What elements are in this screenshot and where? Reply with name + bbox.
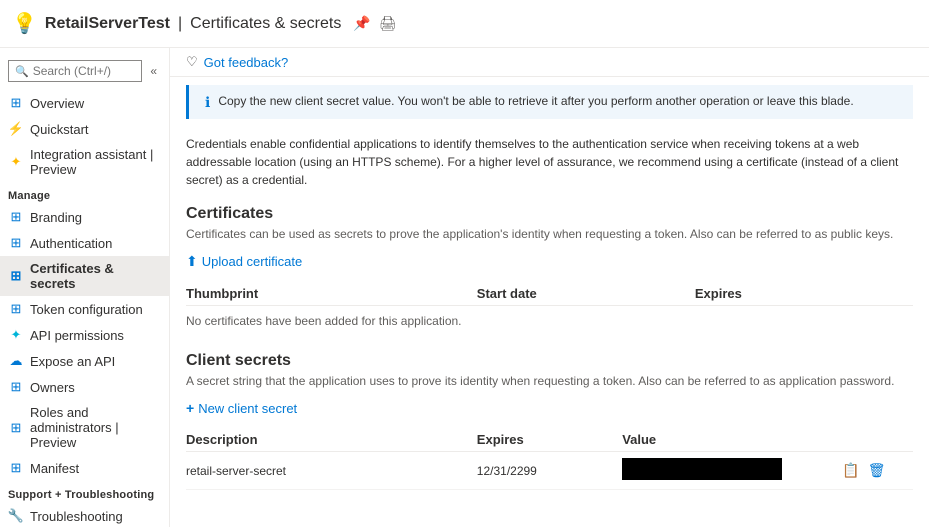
main-layout: 🔍 « ⊞ Overview ⚡ Quickstart ✦ Integratio…	[0, 48, 929, 527]
branding-icon: ⊞	[8, 209, 24, 225]
feedback-link[interactable]: Got feedback?	[204, 55, 289, 70]
actions-header	[840, 428, 913, 452]
troubleshooting-icon: 🔧	[8, 508, 24, 524]
certificates-desc: Certificates can be used as secrets to p…	[186, 227, 913, 241]
delete-secret-button[interactable]: 🗑	[866, 460, 888, 481]
sidebar-item-manifest[interactable]: ⊞ Manifest	[0, 455, 169, 481]
search-input[interactable]	[33, 64, 136, 78]
sidebar-item-api-label: API permissions	[30, 328, 124, 343]
secret-actions-cell: 📋 🗑	[840, 452, 913, 490]
app-name: RetailServerTest	[45, 15, 170, 33]
token-icon: ⊞	[8, 301, 24, 317]
secret-value-masked	[622, 458, 782, 480]
info-icon: ℹ	[205, 94, 210, 111]
api-permissions-icon: ✦	[8, 327, 24, 343]
sidebar-item-branding[interactable]: ⊞ Branding	[0, 204, 169, 230]
certificates-icon: ⊞	[8, 268, 24, 284]
upload-certificate-button[interactable]: ⬆ Upload certificate	[186, 251, 302, 272]
top-header: 💡 RetailServerTest | Certificates & secr…	[0, 0, 929, 48]
sidebar-item-certificates-secrets[interactable]: ⊞ Certificates & secrets	[0, 256, 169, 296]
client-secrets-section: Client secrets A secret string that the …	[170, 344, 929, 498]
new-client-secret-label: New client secret	[198, 401, 297, 416]
secret-expires: 12/31/2299	[477, 452, 622, 490]
info-banner: ℹ Copy the new client secret value. You …	[186, 85, 913, 119]
sidebar-item-branding-label: Branding	[30, 210, 82, 225]
table-row: retail-server-secret 12/31/2299 📋	[186, 452, 913, 490]
search-box[interactable]: 🔍	[8, 60, 142, 82]
certificates-table: Thumbprint Start date Expires No certifi…	[186, 282, 913, 336]
value-header: Value	[622, 428, 840, 452]
client-secrets-desc: A secret string that the application use…	[186, 374, 913, 388]
sidebar-item-roles-label: Roles and administrators | Preview	[30, 405, 161, 450]
cert-empty-text: No certificates have been added for this…	[186, 306, 913, 337]
quickstart-icon: ⚡	[8, 121, 24, 137]
sidebar-item-roles-administrators[interactable]: ⊞ Roles and administrators | Preview	[0, 400, 169, 455]
upload-certificate-label: Upload certificate	[202, 254, 302, 269]
roles-icon: ⊞	[8, 420, 24, 436]
search-icon: 🔍	[15, 65, 29, 78]
sidebar-item-token-configuration[interactable]: ⊞ Token configuration	[0, 296, 169, 322]
sidebar-item-authentication-label: Authentication	[30, 236, 112, 251]
header-separator: |	[178, 15, 182, 33]
page-title: Certificates & secrets	[190, 15, 341, 33]
sidebar-item-authentication[interactable]: ⊞ Authentication	[0, 230, 169, 256]
sidebar-item-overview-label: Overview	[30, 96, 84, 111]
credentials-description: Credentials enable confidential applicat…	[170, 127, 929, 197]
sidebar-item-troubleshooting-label: Troubleshooting	[30, 509, 123, 524]
table-row: No certificates have been added for this…	[186, 306, 913, 337]
sidebar-item-expose-api[interactable]: ☁ Expose an API	[0, 348, 169, 374]
sidebar-item-token-label: Token configuration	[30, 302, 143, 317]
expose-api-icon: ☁	[8, 353, 24, 369]
certificates-title: Certificates	[186, 205, 913, 223]
pin-icon[interactable]: 📌	[353, 15, 370, 32]
app-icon: 💡	[12, 11, 37, 36]
sidebar-item-certificates-label: Certificates & secrets	[30, 261, 161, 291]
support-section-label: Support + Troubleshooting	[0, 481, 169, 503]
copy-icon: 📋	[842, 462, 859, 478]
authentication-icon: ⊞	[8, 235, 24, 251]
start-date-header: Start date	[477, 282, 695, 306]
secrets-table: Description Expires Value retail-server-…	[186, 428, 913, 490]
owners-icon: ⊞	[8, 379, 24, 395]
sidebar-item-manifest-label: Manifest	[30, 461, 79, 476]
copy-secret-button[interactable]: 📋	[840, 460, 861, 481]
cert-expires-header: Expires	[695, 282, 913, 306]
heart-icon: ♡	[186, 54, 198, 70]
new-secret-icon: +	[186, 400, 194, 416]
secret-description: retail-server-secret	[186, 452, 477, 490]
delete-icon: 🗑	[868, 462, 886, 478]
sidebar-item-owners[interactable]: ⊞ Owners	[0, 374, 169, 400]
thumbprint-header: Thumbprint	[186, 282, 477, 306]
sidebar-item-api-permissions[interactable]: ✦ API permissions	[0, 322, 169, 348]
integration-icon: ✦	[8, 154, 24, 170]
sidebar-item-overview[interactable]: ⊞ Overview	[0, 90, 169, 116]
description-header: Description	[186, 428, 477, 452]
feedback-bar: ♡ Got feedback?	[170, 48, 929, 77]
upload-icon: ⬆	[186, 253, 198, 270]
sidebar: 🔍 « ⊞ Overview ⚡ Quickstart ✦ Integratio…	[0, 48, 170, 527]
content-area: ♡ Got feedback? ℹ Copy the new client se…	[170, 48, 929, 527]
sidebar-search-container: 🔍 «	[0, 56, 169, 90]
sidebar-item-integration-label: Integration assistant | Preview	[30, 147, 161, 177]
manifest-icon: ⊞	[8, 460, 24, 476]
info-banner-text: Copy the new client secret value. You wo…	[218, 93, 853, 110]
print-icon[interactable]: 🖨	[379, 15, 397, 32]
sidebar-item-quickstart-label: Quickstart	[30, 122, 89, 137]
sidebar-item-troubleshooting[interactable]: 🔧 Troubleshooting	[0, 503, 169, 527]
new-client-secret-button[interactable]: + New client secret	[186, 398, 297, 418]
client-secrets-title: Client secrets	[186, 352, 913, 370]
overview-icon: ⊞	[8, 95, 24, 111]
certificates-section: Certificates Certificates can be used as…	[170, 197, 929, 344]
expires-header: Expires	[477, 428, 622, 452]
manage-section-label: Manage	[0, 182, 169, 204]
collapse-button[interactable]: «	[146, 64, 161, 78]
sidebar-item-integration-assistant[interactable]: ✦ Integration assistant | Preview	[0, 142, 169, 182]
row-actions: 📋 🗑	[840, 460, 905, 481]
sidebar-item-quickstart[interactable]: ⚡ Quickstart	[0, 116, 169, 142]
sidebar-item-owners-label: Owners	[30, 380, 75, 395]
sidebar-item-expose-label: Expose an API	[30, 354, 115, 369]
secret-value-cell	[622, 452, 840, 490]
